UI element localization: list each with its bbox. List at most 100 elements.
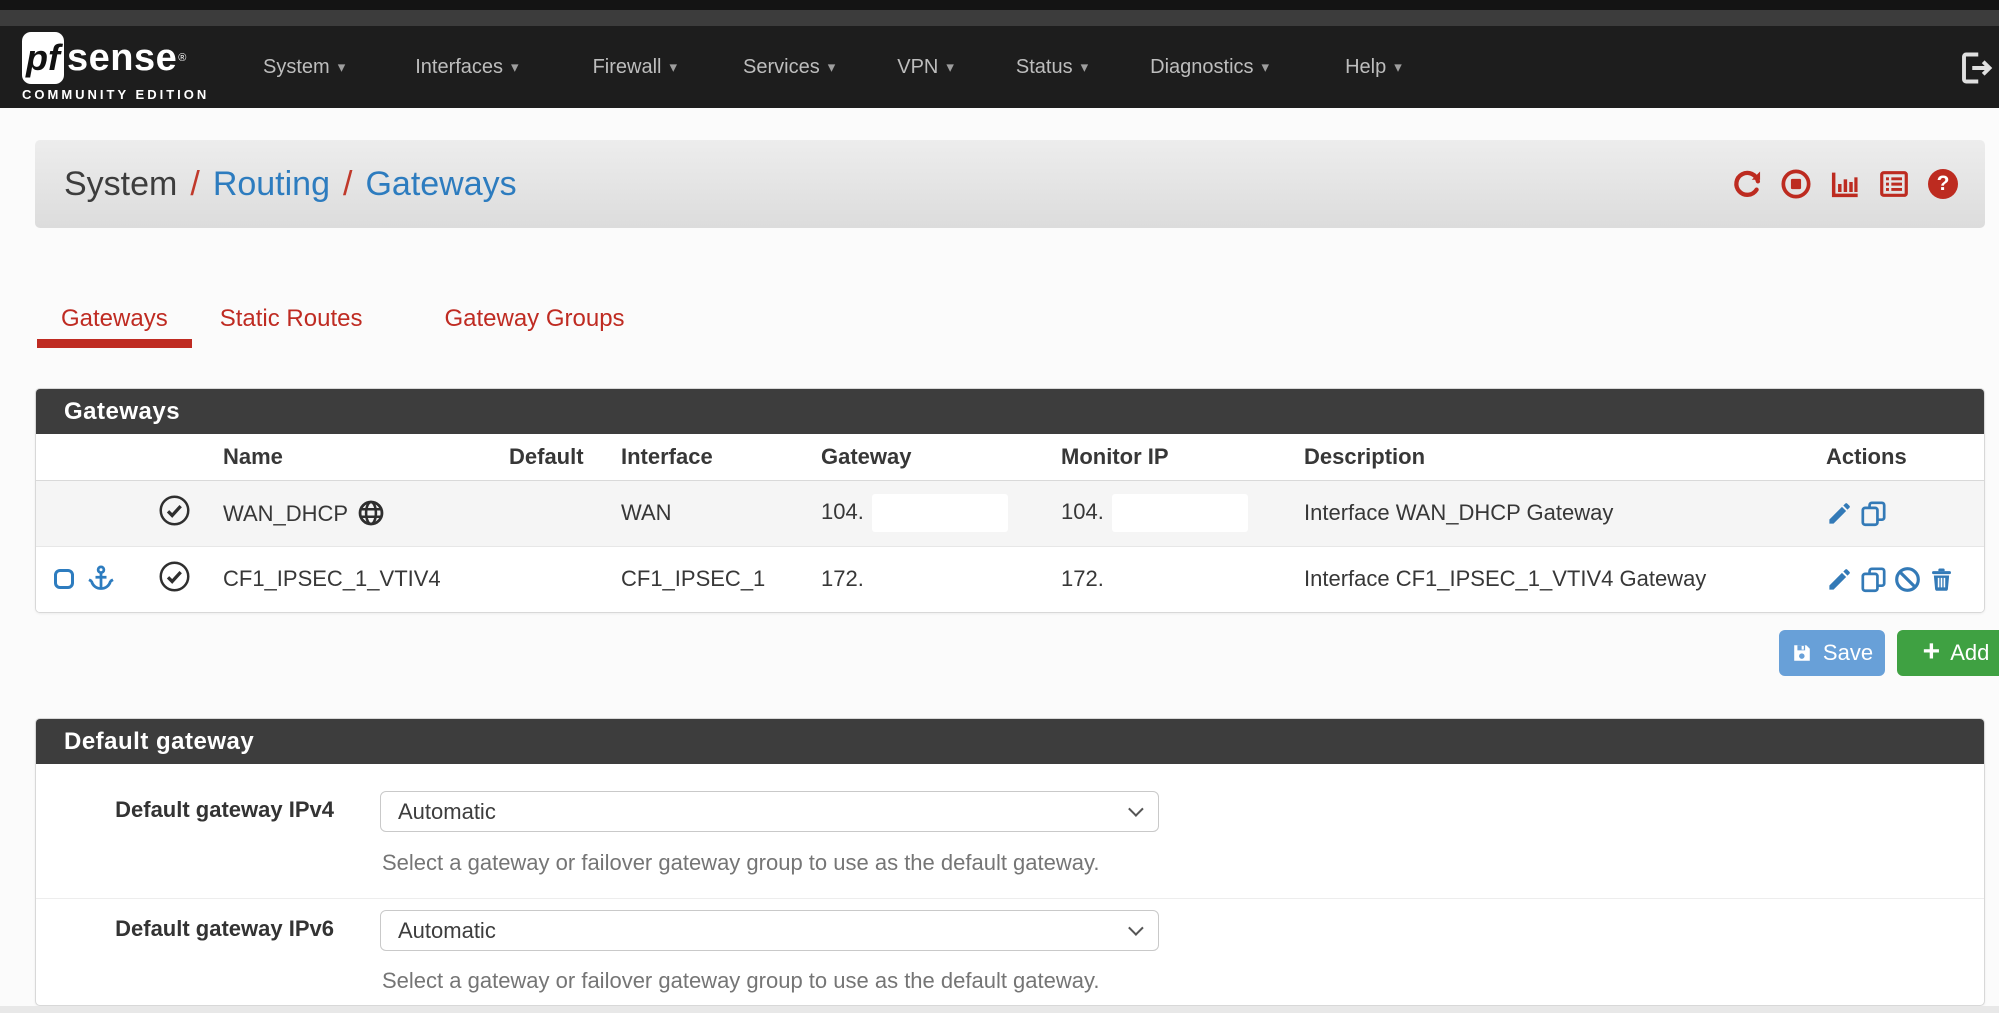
default-gateway-panel: Default gateway Default gateway IPv4 Aut… [35,718,1985,1006]
monitor-ip: 172. [1049,546,1292,612]
nav-item-services[interactable]: Services ▾ [720,56,858,79]
edit-pencil-icon[interactable] [1826,566,1853,593]
monitor-chart-icon[interactable] [1829,168,1861,200]
logout-button[interactable] [1958,50,1994,86]
chevron-down-icon [1128,801,1144,817]
breadcrumb-routing-link[interactable]: Routing [213,165,330,204]
tab-gateways[interactable]: Gateways [37,296,192,348]
anchor-icon [86,564,116,594]
page-bottom-strip [0,1006,1999,1013]
default-gateway-ipv6-select[interactable]: Automatic [380,910,1159,951]
vti-square-icon [54,569,74,589]
pfsense-app: pfsense® COMMUNITY EDITION System ▾ Inte… [0,0,1999,1013]
default-gateway-ipv6-label: Default gateway IPv6 [76,916,334,942]
breadcrumb-bar: System / Routing / Gateways ? [35,140,1985,228]
gateway-enabled-icon [158,494,191,527]
nav-item-firewall[interactable]: Firewall ▾ [570,56,700,79]
help-icon[interactable]: ? [1927,168,1959,200]
col-description: Description [1292,434,1814,480]
breadcrumb-system: System [64,165,177,204]
default-gateway-form: Default gateway IPv4 Automatic Select a … [36,764,1984,1006]
gateway-name: WAN_DHCP [223,501,348,526]
gateway-address: 172. [809,546,1049,612]
caret-down-icon: ▾ [1081,60,1089,75]
disable-ban-icon[interactable] [1894,566,1921,593]
default-gateway-panel-title: Default gateway [36,719,1984,764]
default-gateway-ipv4-label: Default gateway IPv4 [76,797,334,823]
page-header-actions: ? [1731,140,1959,228]
pfsense-logo-subtitle: COMMUNITY EDITION [22,87,242,102]
globe-icon [357,499,385,527]
copy-icon[interactable] [1860,500,1887,527]
table-row-wan-dhcp: WAN_DHCP WAN 104. 104. Interface WAN_DHC… [36,480,1985,546]
top-gray-strip [0,10,1999,26]
add-button[interactable]: + Add [1897,630,1999,676]
gateways-table-header-row: Name Default Interface Gateway Monitor I… [36,434,1985,480]
gateway-default [497,546,609,612]
tab-gateway-groups[interactable]: Gateway Groups [420,296,648,348]
delete-trash-icon[interactable] [1928,566,1955,593]
registered-mark: ® [178,52,186,64]
gateway-enabled-icon [158,560,191,593]
nav-item-system[interactable]: System ▾ [240,56,368,79]
monitor-ip: 104. [1061,499,1104,524]
caret-down-icon: ▾ [1262,60,1270,75]
col-default: Default [497,434,609,480]
gateway-interface: CF1_IPSEC_1 [609,546,809,612]
gateway-default [497,480,609,546]
sign-out-icon [1958,50,1994,86]
gateway-description: Interface CF1_IPSEC_1_VTIV4 Gateway [1292,546,1814,612]
edit-pencil-icon[interactable] [1826,500,1853,527]
nav-item-diagnostics[interactable]: Diagnostics ▾ [1127,56,1292,79]
top-strip [0,0,1999,10]
col-name: Name [211,434,497,480]
form-divider [36,898,1984,899]
caret-down-icon: ▾ [946,60,954,75]
pfsense-logo-pf: pf [22,32,64,84]
tab-static-routes[interactable]: Static Routes [196,296,387,348]
caret-down-icon: ▾ [669,60,677,75]
pfsense-logo[interactable]: pfsense® COMMUNITY EDITION [22,32,242,108]
redacted-value [872,494,1008,532]
table-row-cf1-ipsec: CF1_IPSEC_1_VTIV4 CF1_IPSEC_1 172. 172. … [36,546,1985,612]
breadcrumb-gateways-link[interactable]: Gateways [365,165,516,204]
caret-down-icon: ▾ [1394,60,1402,75]
log-list-icon[interactable] [1878,168,1910,200]
breadcrumb-separator: / [190,165,199,204]
nav-item-status[interactable]: Status ▾ [993,56,1111,79]
gateways-table: Name Default Interface Gateway Monitor I… [36,434,1985,612]
nav-item-vpn[interactable]: VPN ▾ [874,56,977,79]
col-monitor-ip: Monitor IP [1049,434,1292,480]
plus-icon: + [1923,637,1941,667]
col-actions: Actions [1814,434,1985,480]
redacted-value [1112,494,1248,532]
stop-icon[interactable] [1780,168,1812,200]
routing-tabs: Gateways Static Routes Gateway Groups [37,296,653,348]
chevron-down-icon [1128,920,1144,936]
default-gateway-ipv4-select[interactable]: Automatic [380,791,1159,832]
nav-menu: System ▾ Interfaces ▾ Firewall ▾ Service… [240,26,1425,108]
caret-down-icon: ▾ [338,60,346,75]
copy-icon[interactable] [1860,566,1887,593]
nav-item-help[interactable]: Help ▾ [1322,56,1425,79]
default-gateway-ipv6-help: Select a gateway or failover gateway gro… [382,968,1099,994]
gateway-address: 104. [821,499,864,524]
save-floppy-icon [1791,642,1813,664]
breadcrumb: System / Routing / Gateways [64,165,517,204]
caret-down-icon: ▾ [828,60,836,75]
default-gateway-ipv4-help: Select a gateway or failover gateway gro… [382,850,1099,876]
gateway-description: Interface WAN_DHCP Gateway [1292,480,1814,546]
save-button[interactable]: Save [1779,630,1885,676]
refresh-icon[interactable] [1731,168,1763,200]
gateways-panel: Gateways Name Default Interface Gateway … [35,388,1985,613]
gateway-name: CF1_IPSEC_1_VTIV4 [211,546,497,612]
gateway-interface: WAN [609,480,809,546]
breadcrumb-separator: / [343,165,352,204]
main-navbar: pfsense® COMMUNITY EDITION System ▾ Inte… [0,26,1999,108]
col-interface: Interface [609,434,809,480]
nav-item-interfaces[interactable]: Interfaces ▾ [392,56,541,79]
pfsense-logo-sense: sense [67,37,177,80]
col-gateway: Gateway [809,434,1049,480]
caret-down-icon: ▾ [511,60,519,75]
gateways-panel-title: Gateways [36,389,1984,434]
